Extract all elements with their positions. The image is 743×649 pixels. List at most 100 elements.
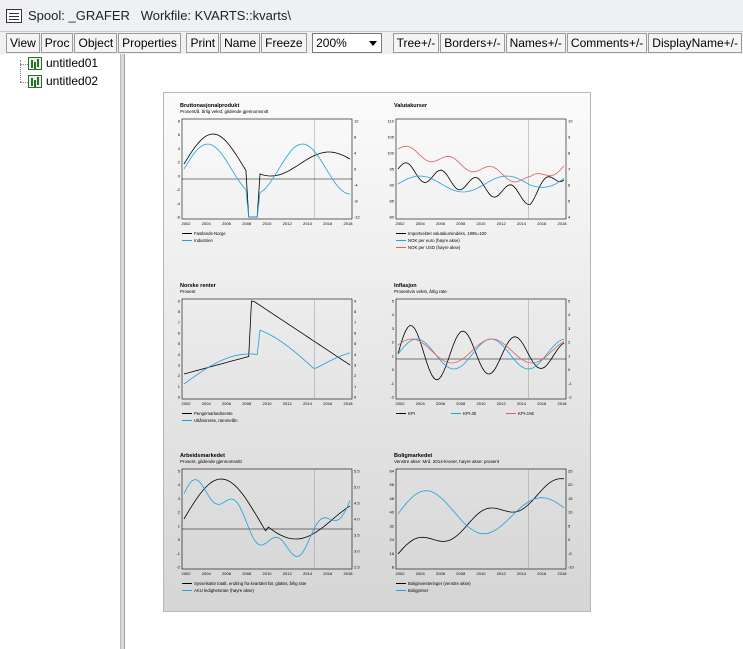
x-tick-label: 2006 xyxy=(436,401,446,406)
y-tick-label: 4 xyxy=(178,482,181,487)
y2-tick-label: 2.5 xyxy=(354,565,360,570)
legend-label: Pengemarkedsrente xyxy=(194,411,233,416)
series-line xyxy=(397,175,565,193)
y-tick-label: 4 xyxy=(178,146,181,151)
y-tick-label: -2 xyxy=(390,395,394,400)
window-title: Spool: _GRAFER Workfile: KVARTS::kvarts\ xyxy=(28,8,291,23)
chevron-down-icon xyxy=(369,41,378,46)
name-button[interactable]: Name xyxy=(220,33,261,53)
y-tick-label: 5 xyxy=(178,469,181,474)
y-tick-label: 0 xyxy=(178,395,181,400)
y2-tick-label: -8 xyxy=(354,199,358,204)
plot-frame xyxy=(181,468,353,570)
borders-toggle-button[interactable]: Borders+/- xyxy=(440,33,505,53)
chart-panel-4: InflasjonProsentvis vekst, årlig rate200… xyxy=(390,283,572,416)
properties-button[interactable]: Properties xyxy=(118,33,181,53)
y-tick-label: 0 xyxy=(178,173,181,178)
y2-tick-label: 5 xyxy=(568,523,571,528)
spool-content: Bruttonasjonalprodukt Prosent/å. årlig ve… xyxy=(126,54,743,649)
tree-item-label: untitled01 xyxy=(46,56,99,70)
x-tick-label: 2016 xyxy=(323,221,333,226)
y-tick-label: 2 xyxy=(178,373,181,378)
y-tick-label: 3 xyxy=(178,363,181,368)
y-tick-label: 85 xyxy=(390,199,395,204)
x-tick-label: 2012 xyxy=(283,571,293,576)
chart-panel-6: BoligmarkedetVenstre akse: Mrd. 2014-kro… xyxy=(390,453,575,593)
view-button[interactable]: View xyxy=(6,33,40,53)
x-tick-label: 2008 xyxy=(456,401,466,406)
spool-window: Spool: _GRAFER Workfile: KVARTS::kvarts\… xyxy=(0,0,743,649)
chart-panel-2: Valutakurser 2002 2004 2006 2008 2010 2012 2014… xyxy=(387,103,573,250)
tree-toggle-button[interactable]: Tree+/- xyxy=(392,33,440,53)
names-toggle-button[interactable]: Names+/- xyxy=(505,33,566,53)
x-tick-label: 2018 xyxy=(558,221,568,226)
y-tick-label: 8 xyxy=(178,309,181,314)
y2-tick-label: 4 xyxy=(354,151,357,156)
panel-subtitle: Prosentvis vekst, årlig rate xyxy=(394,288,447,294)
pane-splitter[interactable] xyxy=(121,54,125,649)
y2-tick-label: 6 xyxy=(354,331,357,336)
chart-panel-5: ArbeidsmarkedetProsent, glidende gjennom… xyxy=(176,453,360,593)
y-tick-label: 40 xyxy=(390,510,395,515)
series-line xyxy=(183,329,351,385)
y2-tick-label: -4 xyxy=(354,183,358,188)
chart-panel-1: BruttonasjonalproduktProsent/å. årlig ve… xyxy=(176,103,360,243)
y2-tick-label: 3 xyxy=(568,326,571,331)
series-line xyxy=(183,478,351,540)
legend-label: NOK per USD (høyre akse) xyxy=(408,245,461,250)
object-button[interactable]: Object xyxy=(74,33,118,53)
chart-grid: BruttonasjonalproduktProsent/å. årlig ve… xyxy=(176,103,575,593)
x-tick-label: 2010 xyxy=(477,221,487,226)
legend-label: AKU ledighetsrate (høyre akse) xyxy=(194,588,255,593)
y2-tick-label: 3 xyxy=(354,363,357,368)
y-tick-label: 80 xyxy=(390,215,395,220)
tree-item-untitled01[interactable]: untitled01 xyxy=(14,55,98,71)
zoom-value: 200% xyxy=(316,36,347,50)
y2-tick-label: -10 xyxy=(568,565,575,570)
x-tick-label: 2008 xyxy=(242,571,252,576)
x-tick-label: 2012 xyxy=(497,401,507,406)
y2-tick-label: 8 xyxy=(354,135,357,140)
y-tick-label: 3 xyxy=(178,496,181,501)
title-bar: Spool: _GRAFER Workfile: KVARTS::kvarts\ xyxy=(0,0,743,32)
x-tick-label: 2006 xyxy=(222,401,232,406)
y2-tick-label: 5 xyxy=(568,299,571,304)
y2-tick-label: 1 xyxy=(568,353,571,358)
x-tick-label: 2006 xyxy=(436,571,446,576)
zoom-select[interactable]: 200% xyxy=(312,33,383,53)
x-tick-label: 2002 xyxy=(182,571,192,576)
panel-subtitle: Venstre akse: Mrd. 2014-kroner, høyre ak… xyxy=(394,459,500,464)
y2-tick-label: 3.5 xyxy=(354,533,360,538)
tree-item-label: untitled02 xyxy=(46,74,99,88)
freeze-button[interactable]: Freeze xyxy=(261,33,307,53)
y-tick-label: 2 xyxy=(392,340,395,345)
y-tick-label: 16 xyxy=(390,551,395,556)
tree-item-untitled02[interactable]: untitled02 xyxy=(14,73,98,89)
y2-tick-label: 8 xyxy=(354,309,357,314)
y-tick-label: -1 xyxy=(176,551,180,556)
print-button[interactable]: Print xyxy=(186,33,220,53)
y2-tick-label: 5 xyxy=(354,341,357,346)
x-tick-label: 2002 xyxy=(396,401,406,406)
y2-tick-label: 0 xyxy=(568,537,571,542)
comments-toggle-button[interactable]: Comments+/- xyxy=(566,33,648,53)
y-tick-label: 3 xyxy=(392,326,395,331)
proc-button[interactable]: Proc xyxy=(40,33,74,53)
y-tick-label: 7 xyxy=(178,320,181,325)
series-line xyxy=(397,325,565,381)
spool-icon xyxy=(6,8,22,23)
panel-title: Valutakurser xyxy=(394,103,428,109)
y2-tick-label: 8 xyxy=(568,151,571,156)
displayname-toggle-button[interactable]: DisplayName+/- xyxy=(648,33,742,53)
y-tick-label: 32 xyxy=(390,523,395,528)
series-line xyxy=(183,479,351,558)
x-tick-label: 2016 xyxy=(537,571,547,576)
x-tick-label: 2012 xyxy=(497,221,507,226)
y2-tick-label: 5.5 xyxy=(354,469,360,474)
x-tick-label: 2018 xyxy=(344,221,354,226)
x-tick-label: 2018 xyxy=(344,571,354,576)
y-tick-label: 1 xyxy=(178,384,181,389)
y2-tick-label: 9 xyxy=(568,135,571,140)
y2-tick-label: 25 xyxy=(568,469,573,474)
y2-tick-label: 0 xyxy=(568,367,571,372)
